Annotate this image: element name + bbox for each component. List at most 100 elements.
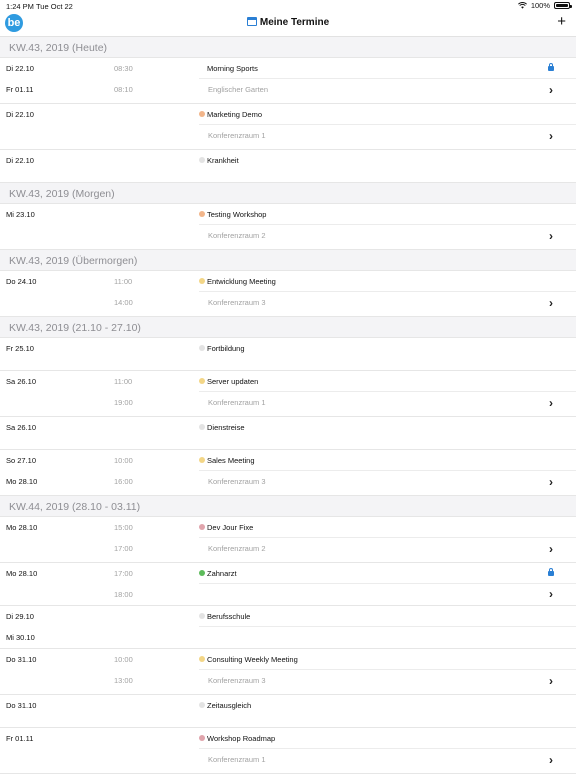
end-time: 17:00 xyxy=(114,544,133,553)
event-row[interactable]: Fr 25.10 Fortbildung xyxy=(0,338,576,371)
status-date: Tue Oct 22 xyxy=(36,2,73,11)
event-first-line: Mo 28.10 15:00 Dev Jour Fixe xyxy=(0,517,576,538)
start-date: Di 29.10 xyxy=(6,612,34,621)
start-time: 10:00 xyxy=(114,456,133,465)
event-title: Workshop Roadmap xyxy=(207,734,276,743)
event-location: Konferenzraum 3 xyxy=(208,676,266,685)
event-second-line: 18:00 › xyxy=(0,584,576,605)
event-first-line: Fr 25.10 Fortbildung xyxy=(0,338,576,359)
chevron-right-icon[interactable]: › xyxy=(549,230,553,242)
page-title-text: Meine Termine xyxy=(259,17,330,28)
event-row[interactable]: Mo 28.10 15:00 Dev Jour Fixe 17:00 Konferenz… xyxy=(0,517,576,563)
event-second-line: 14:00 Konferenzraum 3 › xyxy=(0,292,576,316)
event-row[interactable]: So 27.10 10:00 Sales Meeting Mo 28.10 16:00 K… xyxy=(0,450,576,496)
category-dot xyxy=(199,345,205,351)
event-second-line: 17:00 Konferenzraum 2 › xyxy=(0,538,576,562)
add-button[interactable]: + xyxy=(557,14,566,29)
event-title: Zeitausgleich xyxy=(207,701,252,710)
event-row[interactable]: Di 22.10 08:30 Morning Sports Fr 01.11 08:10… xyxy=(0,58,576,104)
chevron-right-icon[interactable]: › xyxy=(549,84,553,96)
start-date: Do 31.10 xyxy=(6,701,37,710)
event-row[interactable]: Sa 26.10 11:00 Server updaten 19:00 Konferen… xyxy=(0,371,576,417)
event-row[interactable]: Do 31.10 10:00 Consulting Weekly Meeting 13… xyxy=(0,649,576,695)
wifi-icon xyxy=(517,2,527,9)
end-date: Mo 28.10 xyxy=(6,477,38,486)
category-dot xyxy=(199,278,205,284)
chevron-right-icon[interactable]: › xyxy=(549,588,553,600)
event-title: Dienstreise xyxy=(207,423,245,432)
event-location: Konferenzraum 2 xyxy=(208,544,266,553)
event-row[interactable]: Do 31.10 Zeitausgleich xyxy=(0,695,576,728)
calendar-icon xyxy=(246,17,257,26)
event-title: Server updaten xyxy=(207,377,259,386)
end-date: Fr 01.11 xyxy=(6,85,34,94)
event-first-line: Di 22.10 08:30 Morning Sports xyxy=(0,58,576,79)
event-location: Konferenzraum 1 xyxy=(208,131,266,140)
status-bar: 1:24 PM Tue Oct 22 100% xyxy=(0,0,576,12)
chevron-right-icon[interactable]: › xyxy=(549,754,553,766)
start-date: So 27.10 xyxy=(6,456,37,465)
event-row[interactable]: Fr 01.11 Workshop Roadmap Konferenzraum 1 › xyxy=(0,728,576,774)
event-row[interactable]: Di 22.10 Krankheit xyxy=(0,150,576,183)
event-location: Konferenzraum 1 xyxy=(208,398,266,407)
category-dot xyxy=(199,570,205,576)
event-row[interactable]: Do 24.10 11:00 Entwicklung Meeting 14:00 Kon… xyxy=(0,271,576,317)
event-first-line: Fr 01.11 Workshop Roadmap xyxy=(0,728,576,749)
event-title: Morning Sports xyxy=(207,64,258,73)
start-date: Sa 26.10 xyxy=(6,377,37,386)
section-header: KW.44, 2019 (28.10 - 03.11) xyxy=(0,496,576,517)
end-date: Mi 30.10 xyxy=(6,633,35,642)
start-time: 17:00 xyxy=(114,569,133,578)
event-location: Konferenzraum 1 xyxy=(208,755,266,764)
event-row[interactable]: Mo 28.10 17:00 Zahnarzt 18:00 › xyxy=(0,563,576,606)
event-location: Konferenzraum 3 xyxy=(208,477,266,486)
event-row[interactable]: Sa 26.10 Dienstreise xyxy=(0,417,576,450)
event-first-line: Di 22.10 Krankheit xyxy=(0,150,576,171)
start-date: Fr 25.10 xyxy=(6,344,34,353)
event-title: Fortbildung xyxy=(207,344,245,353)
lock-icon xyxy=(548,568,554,576)
event-first-line: Do 31.10 Zeitausgleich xyxy=(0,695,576,716)
chevron-right-icon[interactable]: › xyxy=(549,675,553,687)
event-title: Sales Meeting xyxy=(207,456,255,465)
event-first-line: Di 22.10 Marketing Demo xyxy=(0,104,576,125)
start-date: Di 22.10 xyxy=(6,156,34,165)
start-date: Mo 28.10 xyxy=(6,523,38,532)
category-dot xyxy=(199,424,205,430)
event-second-line: Mo 28.10 16:00 Konferenzraum 3 › xyxy=(0,471,576,495)
start-date: Di 22.10 xyxy=(6,64,34,73)
start-time: 11:00 xyxy=(114,277,133,286)
start-time: 15:00 xyxy=(114,523,133,532)
event-first-line: Do 31.10 10:00 Consulting Weekly Meeting xyxy=(0,649,576,670)
category-dot xyxy=(199,111,205,117)
event-second-line: Konferenzraum 2 › xyxy=(0,225,576,249)
event-row[interactable]: Mi 23.10 Testing Workshop Konferenzraum 2 › xyxy=(0,204,576,250)
end-time: 16:00 xyxy=(114,477,133,486)
category-dot xyxy=(199,702,205,708)
end-time: 19:00 xyxy=(114,398,133,407)
event-title: Zahnarzt xyxy=(207,569,237,578)
end-time: 08:10 xyxy=(114,85,133,94)
event-row[interactable]: Di 29.10 Berufsschule Mi 30.10 xyxy=(0,606,576,649)
chevron-right-icon[interactable]: › xyxy=(549,130,553,142)
category-dot xyxy=(199,211,205,217)
event-second-line: Fr 01.11 08:10 Englischer Garten › xyxy=(0,79,576,103)
section-header: KW.43, 2019 (21.10 - 27.10) xyxy=(0,317,576,338)
category-dot xyxy=(199,656,205,662)
battery-percent: 100% xyxy=(530,1,550,10)
end-time: 13:00 xyxy=(114,676,133,685)
event-row[interactable]: Di 22.10 Marketing Demo Konferenzraum 1 › xyxy=(0,104,576,150)
chevron-right-icon[interactable]: › xyxy=(549,543,553,555)
event-first-line: Di 29.10 Berufsschule xyxy=(0,606,576,627)
start-date: Sa 26.10 xyxy=(6,423,37,432)
category-dot xyxy=(199,157,205,163)
start-time: 10:00 xyxy=(114,655,133,664)
chevron-right-icon[interactable]: › xyxy=(549,476,553,488)
event-location: Konferenzraum 2 xyxy=(208,231,266,240)
category-dot xyxy=(199,524,205,530)
category-dot xyxy=(199,613,205,619)
end-time: 14:00 xyxy=(114,298,133,307)
chevron-right-icon[interactable]: › xyxy=(549,397,553,409)
chevron-right-icon[interactable]: › xyxy=(549,297,553,309)
end-time: 18:00 xyxy=(114,590,133,599)
